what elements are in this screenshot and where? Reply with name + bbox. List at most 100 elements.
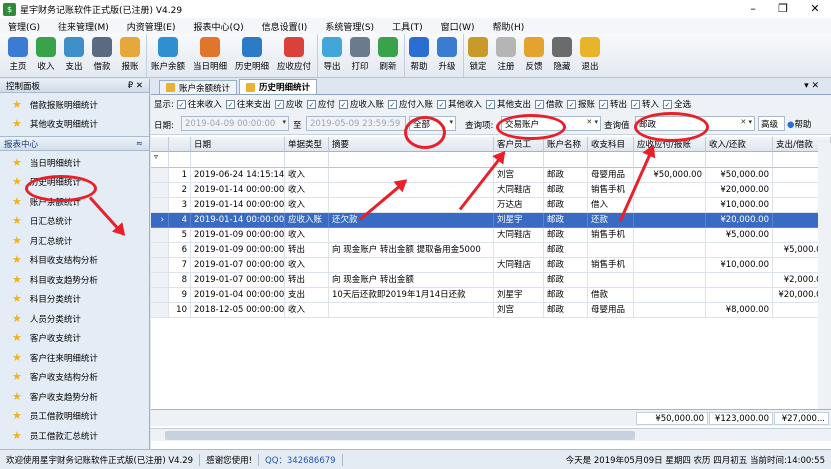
sidebar-item-items-11[interactable]: ★ 客户收支结构分析: [0, 368, 149, 388]
grid-header-account[interactable]: 账户名称: [544, 137, 588, 152]
toolbar-button-14[interactable]: 锁定: [463, 34, 492, 77]
menu-item-3[interactable]: 报表中心(Q): [194, 20, 244, 33]
tab-history-detail[interactable]: 历史明细统计: [239, 79, 318, 94]
report-center-section[interactable]: 报表中心 ≈: [0, 136, 149, 151]
chevron-down-icon[interactable]: ✕ ▾: [740, 118, 752, 126]
show-checkbox-1[interactable]: ✓ 往来支出: [225, 98, 271, 110]
table-row[interactable]: 10 2018-12-05 00:00:00 收入 刘宫 邮政 母婴用品 ¥8,000.00: [151, 303, 831, 318]
table-row[interactable]: › 4 2019-01-14 00:00:00 应收入账 还欠款 刘星宇 邮政 还款 ¥20,0…: [151, 213, 831, 228]
sidebar-item-items-14[interactable]: ★ 员工借款汇总统计: [0, 426, 149, 446]
checkbox-checked-icon[interactable]: ✓: [176, 99, 186, 109]
show-checkbox-9[interactable]: ✓ 报账: [567, 98, 595, 110]
show-checkbox-6[interactable]: ✓ 其他收入: [436, 98, 482, 110]
menu-item-7[interactable]: 窗口(W): [441, 20, 475, 33]
sidebar-item-items-12[interactable]: ★ 客户收支趋势分析: [0, 387, 149, 407]
show-checkbox-4[interactable]: ✓ 应收入账: [338, 98, 384, 110]
toolbar-button-8[interactable]: 应收应付: [273, 34, 315, 77]
menu-item-5[interactable]: 系统管理(S): [325, 20, 374, 33]
toolbar-button-18[interactable]: 退出: [576, 34, 604, 77]
checkbox-checked-icon[interactable]: ✓: [485, 99, 495, 109]
chevron-down-icon[interactable]: ✕ ▾: [586, 118, 598, 126]
sidebar-item-top_items-0[interactable]: ★ 借款报账明细统计: [0, 95, 149, 115]
grid-filter-cell[interactable]: [588, 152, 634, 168]
checkbox-checked-icon[interactable]: ✓: [338, 99, 348, 109]
grid-header-type[interactable]: 单据类型: [285, 137, 329, 152]
checkbox-checked-icon[interactable]: ✓: [306, 99, 316, 109]
table-row[interactable]: 2 2019-01-14 00:00:00 收入 大同鞋店 邮政 销售手机 ¥20,000.…: [151, 183, 831, 198]
menu-item-4[interactable]: 信息设置(I): [262, 20, 308, 33]
checkbox-checked-icon[interactable]: ✓: [599, 99, 609, 109]
toolbar-button-17[interactable]: 隐藏: [548, 34, 576, 77]
toolbar-button-3[interactable]: 借款: [88, 34, 116, 77]
sidebar-item-items-9[interactable]: ★ 客户收支统计: [0, 329, 149, 349]
checkbox-checked-icon[interactable]: ✓: [535, 99, 544, 109]
show-checkbox-3[interactable]: ✓ 应付: [306, 98, 335, 110]
grid-filter-cell[interactable]: [544, 152, 588, 168]
sidebar-item-items-8[interactable]: ★ 人员分类统计: [0, 309, 149, 329]
minimize-icon[interactable]: –: [738, 0, 768, 18]
table-row[interactable]: 3 2019-01-14 00:00:00 收入 万达店 邮政 借入 ¥10,000.00: [151, 198, 831, 213]
sidebar-item-items-5[interactable]: ★ 科目收支结构分析: [0, 251, 149, 271]
show-checkbox-2[interactable]: ✓ 应收: [274, 98, 303, 110]
sidebar-item-items-10[interactable]: ★ 客户往来明细统计: [0, 348, 149, 368]
panel-pin-close-icon[interactable]: ₽ ✕: [128, 81, 143, 91]
show-checkbox-8[interactable]: ✓ 借款: [535, 98, 563, 110]
show-checkbox-12[interactable]: ✓ 全选: [663, 98, 691, 110]
sidebar-item-top_items-1[interactable]: ★ 其他收支明细统计: [0, 115, 149, 135]
checkbox-checked-icon[interactable]: ✓: [274, 99, 284, 109]
advanced-button[interactable]: 高级: [758, 116, 785, 131]
toolbar-button-1[interactable]: 收入: [32, 34, 60, 77]
table-row[interactable]: 8 2019-01-07 00:00:00 转出向 现金账户 转出金额 邮政 ¥2,00…: [151, 273, 831, 288]
menu-item-2[interactable]: 内资管理(E): [127, 20, 176, 33]
menu-item-8[interactable]: 帮助(H): [493, 20, 525, 33]
toolbar-button-10[interactable]: 打印: [346, 34, 374, 77]
restore-icon[interactable]: ❐: [768, 0, 798, 18]
table-row[interactable]: 9 2019-01-04 00:00:00 支出 10天后还款即2019年1月14日还…: [151, 288, 831, 303]
checkbox-checked-icon[interactable]: ✓: [631, 99, 641, 109]
menu-item-0[interactable]: 管理(G): [8, 20, 40, 33]
table-row[interactable]: 7 2019-01-07 00:00:00 收入 大同鞋店 邮政 销售手机 ¥10,000.…: [151, 258, 831, 273]
checkbox-checked-icon[interactable]: ✓: [663, 99, 673, 109]
tab-account-balance[interactable]: 账户余额统计: [159, 80, 238, 94]
grid-header-subject[interactable]: 收支科目: [588, 137, 634, 152]
sidebar-item-items-7[interactable]: ★ 科目分类统计: [0, 290, 149, 310]
tab-close-icon[interactable]: ▾ ✕: [804, 81, 819, 91]
calendar-dropdown-icon[interactable]: ▾: [282, 118, 286, 126]
help-link[interactable]: ●帮助: [787, 118, 811, 130]
show-checkbox-11[interactable]: ✓ 转入: [631, 98, 659, 110]
toolbar-button-16[interactable]: 反馈: [520, 34, 548, 77]
grid-filter-cell[interactable]: [706, 152, 773, 168]
toolbar-button-7[interactable]: 历史明细: [231, 34, 273, 77]
table-row[interactable]: 5 2019-01-09 00:00:00 收入 大同鞋店 邮政 销售手机 ¥5,000.0…: [151, 228, 831, 243]
grid-filter-cell[interactable]: [329, 152, 494, 168]
sidebar-item-items-13[interactable]: ★ 员工借款明细统计: [0, 407, 149, 427]
toolbar-button-5[interactable]: 账户余额: [146, 34, 189, 77]
show-checkbox-7[interactable]: ✓ 其他支出: [485, 98, 531, 110]
sidebar-item-items-0[interactable]: ★ 当日明细统计: [0, 153, 149, 173]
scrollbar-thumb[interactable]: [165, 431, 635, 440]
menu-item-1[interactable]: 往来管理(M): [58, 20, 109, 33]
grid-header-income[interactable]: 收入/还款: [706, 137, 773, 152]
checkbox-checked-icon[interactable]: ✓: [225, 99, 235, 109]
grid-header-date[interactable]: 日期: [191, 137, 285, 152]
toolbar-button-0[interactable]: 主页: [4, 34, 32, 77]
toolbar-button-4[interactable]: 报账: [116, 34, 144, 77]
grid-filter-cell[interactable]: [285, 152, 329, 168]
checkbox-checked-icon[interactable]: ✓: [387, 99, 397, 109]
date-from-input[interactable]: 2019-04-09 00:00:00 ▾: [181, 116, 289, 131]
toolbar-button-11[interactable]: 刷新: [374, 34, 402, 77]
checkbox-checked-icon[interactable]: ✓: [436, 99, 446, 109]
vertical-scrollbar[interactable]: [818, 143, 831, 409]
collapse-icon[interactable]: ≈: [136, 139, 143, 149]
toolbar-button-15[interactable]: 注册: [492, 34, 520, 77]
toolbar-button-13[interactable]: 升级: [433, 34, 461, 77]
menu-item-6[interactable]: 工具(T): [392, 20, 423, 33]
toolbar-button-12[interactable]: 帮助: [404, 34, 433, 77]
toolbar-button-9[interactable]: 导出: [317, 34, 346, 77]
checkbox-checked-icon[interactable]: ✓: [567, 99, 577, 109]
toolbar-button-2[interactable]: 支出: [60, 34, 88, 77]
show-checkbox-5[interactable]: ✓ 应付入账: [387, 98, 433, 110]
table-row[interactable]: 6 2019-01-09 00:00:00 转出向 现金账户 转出金额 提取备用金5…: [151, 243, 831, 258]
grid-filter-cell[interactable]: [191, 152, 285, 168]
horizontal-scrollbar[interactable]: [151, 428, 831, 441]
